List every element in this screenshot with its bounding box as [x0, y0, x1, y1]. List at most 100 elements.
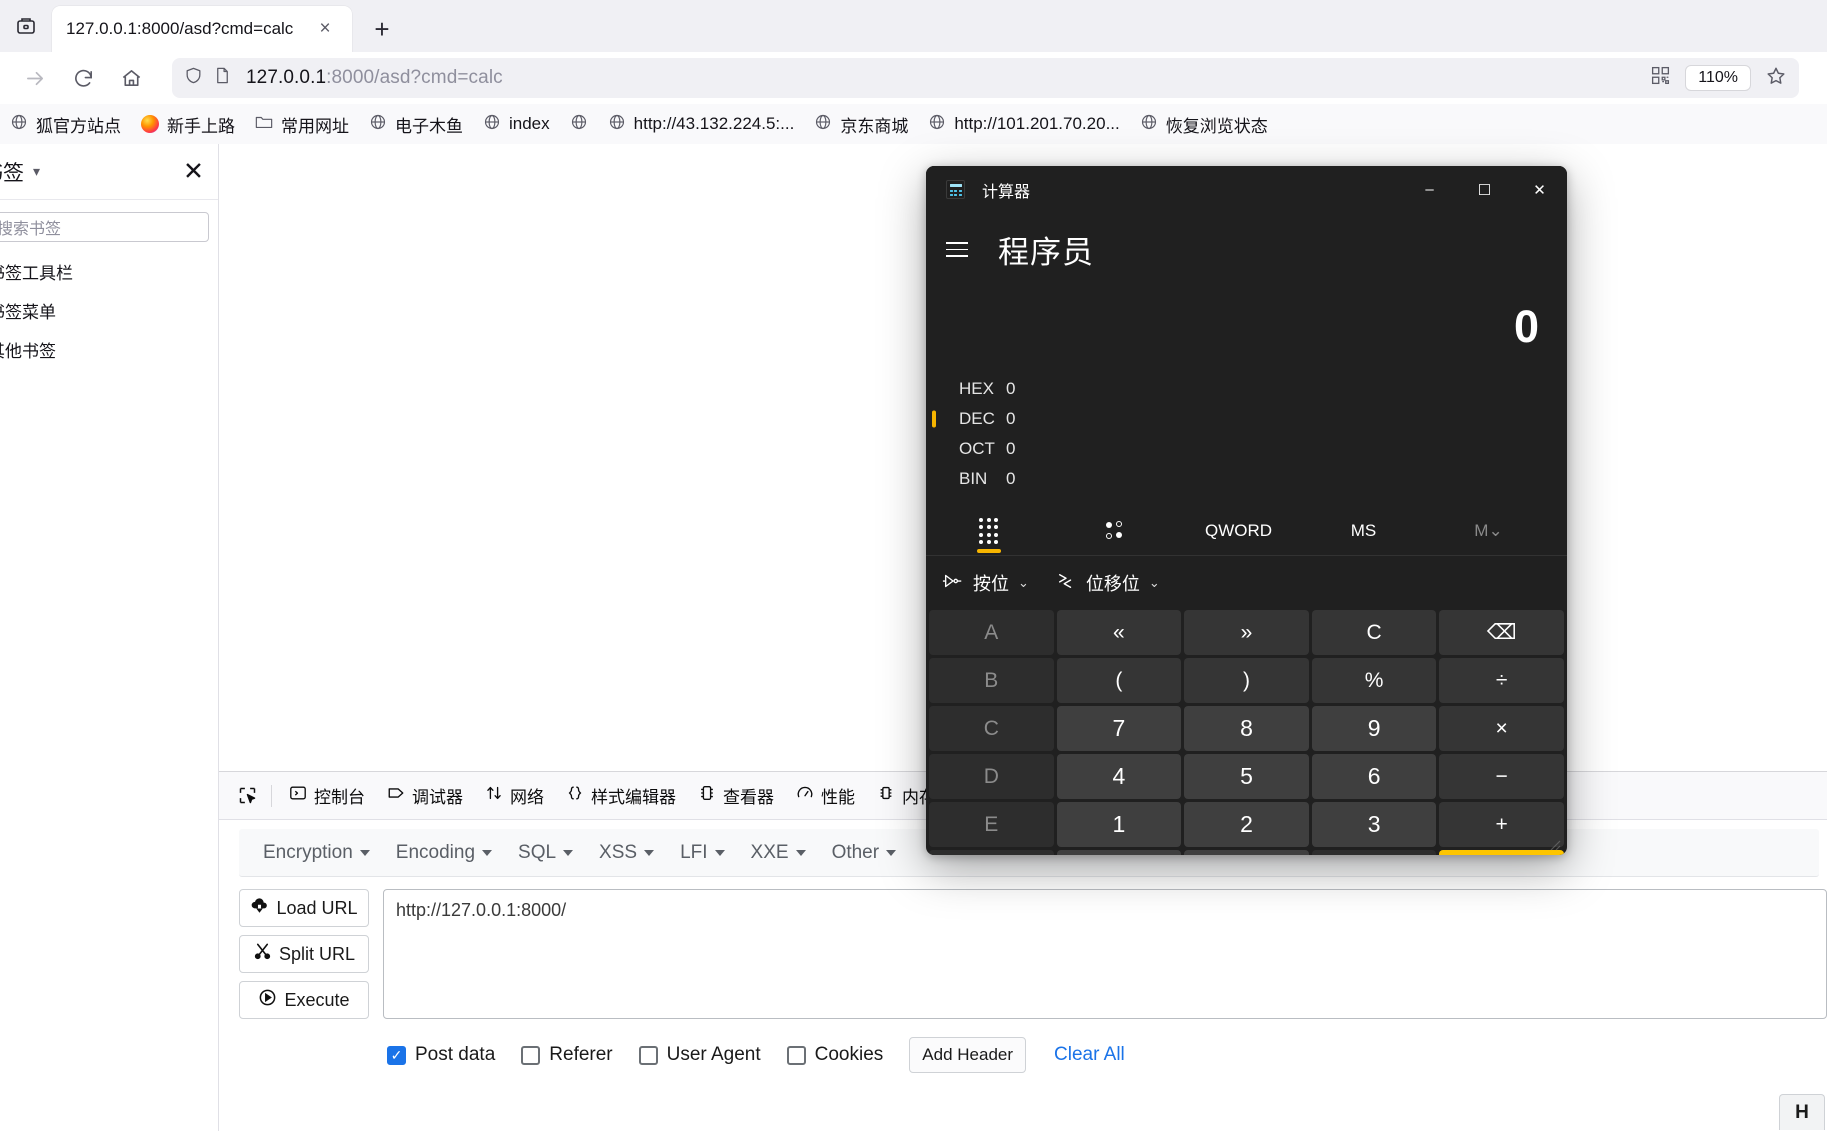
base-row-oct[interactable]: OCT 0 — [926, 434, 1567, 464]
calc-key-sym[interactable]: +/– — [1056, 850, 1182, 855]
new-tab-button[interactable]: + — [362, 9, 402, 49]
base-row-dec[interactable]: DEC 0 — [926, 404, 1567, 434]
calc-key-5[interactable]: 5 — [1184, 754, 1309, 799]
checkbox-box[interactable]: ✓ — [387, 1045, 406, 1065]
hackbar-menu-encoding[interactable]: Encoding — [384, 836, 504, 870]
browser-tab[interactable]: 127.0.0.1:8000/asd?cmd=calc × — [52, 6, 352, 52]
checkbox-box[interactable] — [638, 1045, 658, 1065]
maximize-icon[interactable]: ☐ — [1457, 166, 1512, 213]
checkbox-cookies[interactable]: Cookies — [786, 1044, 883, 1066]
home-icon[interactable] — [110, 57, 152, 99]
sidebar-bookmark-item[interactable]: 书签菜单 — [0, 291, 218, 330]
qr-code-icon[interactable] — [1650, 65, 1671, 91]
hackbar-menu-sql[interactable]: SQL — [506, 836, 585, 870]
search-bookmarks-input[interactable]: 搜索书签 — [0, 212, 209, 242]
devtools-tab-console[interactable]: 控制台 — [278, 777, 376, 814]
calc-key-sym[interactable]: − — [1439, 754, 1564, 799]
zoom-level-badge[interactable]: 110% — [1685, 65, 1751, 91]
bitwise-dropdown[interactable]: 按位 ⌄ — [942, 570, 1029, 596]
bookmark-item[interactable]: index — [473, 109, 560, 140]
calc-key-sym[interactable]: ⌫ — [1439, 610, 1564, 655]
calc-key-6[interactable]: 6 — [1311, 754, 1437, 799]
sidebar-bookmark-item[interactable]: 其他书签 — [0, 330, 218, 369]
calc-key-4[interactable]: 4 — [1056, 754, 1182, 799]
url-textarea[interactable]: http://127.0.0.1:8000/ — [383, 889, 1827, 1019]
bookmark-star-icon[interactable] — [1765, 65, 1787, 92]
hamburger-menu-icon[interactable] — [946, 234, 978, 266]
forward-icon[interactable] — [14, 57, 56, 99]
calc-key-c[interactable]: C — [929, 706, 1054, 751]
close-icon[interactable]: ✕ — [1512, 166, 1567, 213]
calc-tool-bit-toggle[interactable] — [1051, 507, 1176, 556]
close-icon[interactable]: × — [312, 16, 338, 42]
bookmark-item[interactable] — [560, 109, 598, 140]
bookmark-item[interactable]: 电子木鱼 — [359, 108, 473, 141]
load-url-button[interactable]: Load URL — [239, 889, 369, 927]
bookmark-item[interactable]: 京东商城 — [804, 108, 918, 141]
calc-tool-m[interactable]: M⌄ — [1426, 507, 1551, 556]
calc-key-sym[interactable]: × — [1439, 706, 1564, 751]
shield-icon[interactable] — [184, 66, 203, 90]
calc-key-e[interactable]: E — [929, 802, 1054, 847]
split-url-button[interactable]: Split URL — [239, 935, 369, 973]
bookmark-item[interactable]: http://101.201.70.20... — [918, 109, 1129, 140]
calc-key-sym[interactable]: » — [1184, 610, 1309, 655]
calc-key-f[interactable]: F — [929, 850, 1054, 855]
devtools-tab-inspector[interactable]: 查看器 — [687, 777, 785, 814]
hackbar-menu-other[interactable]: Other — [820, 836, 909, 870]
bookmark-item[interactable]: http://43.132.224.5:... — [598, 109, 805, 140]
checkbox-box[interactable] — [786, 1045, 806, 1065]
calc-key-sym[interactable]: % — [1311, 658, 1437, 703]
sidebar-bookmark-item[interactable]: 书签工具栏 — [0, 252, 218, 291]
calc-key-sym[interactable]: ÷ — [1439, 658, 1564, 703]
close-icon[interactable]: ✕ — [183, 159, 204, 184]
calc-key-b[interactable]: B — [929, 658, 1054, 703]
calc-key-2[interactable]: 2 — [1184, 802, 1309, 847]
calc-key-d[interactable]: D — [929, 754, 1054, 799]
calc-key-8[interactable]: 8 — [1184, 706, 1309, 751]
calc-tool-ms[interactable]: MS — [1301, 507, 1426, 556]
reload-icon[interactable] — [62, 57, 104, 99]
calc-tool-keypad[interactable] — [926, 507, 1051, 556]
bookmark-item[interactable]: 恢复浏览状态 — [1130, 108, 1278, 141]
devtools-tab-network[interactable]: 网络 — [474, 777, 555, 814]
bookmark-item[interactable]: 常用网址 — [245, 108, 359, 141]
checkbox-post-data[interactable]: ✓ Post data — [387, 1044, 495, 1066]
clear-all-link[interactable]: Clear All — [1054, 1044, 1125, 1066]
calc-key-sym[interactable]: « — [1056, 610, 1182, 655]
chevron-down-icon[interactable]: ▾ — [33, 163, 40, 180]
calc-key-a[interactable]: A — [929, 610, 1054, 655]
devtools-tab-performance[interactable]: 性能 — [785, 777, 866, 814]
bitshift-dropdown[interactable]: 位移位 ⌄ — [1055, 570, 1160, 596]
element-picker-icon[interactable] — [229, 778, 265, 814]
devtools-tab-debugger[interactable]: 调试器 — [376, 777, 474, 814]
sidebar-title[interactable]: 书签 ▾ — [0, 157, 40, 187]
calc-key-7[interactable]: 7 — [1056, 706, 1182, 751]
bookmark-item[interactable]: 新手上路 — [131, 108, 245, 141]
calc-key-sym[interactable]: . — [1311, 850, 1437, 855]
base-row-bin[interactable]: BIN 0 — [926, 464, 1567, 494]
calc-key-1[interactable]: 1 — [1056, 802, 1182, 847]
checkbox-user-agent[interactable]: User Agent — [638, 1044, 761, 1066]
hackbar-menu-xss[interactable]: XSS — [587, 836, 666, 870]
execute-button[interactable]: Execute — [239, 981, 369, 1019]
calc-tool-qword[interactable]: QWORD — [1176, 507, 1301, 556]
url-bar[interactable]: 127.0.0.1:8000/asd?cmd=calc 110% — [172, 58, 1799, 98]
checkbox-referer[interactable]: Referer — [521, 1044, 613, 1066]
calc-key-sym[interactable]: ) — [1184, 658, 1309, 703]
base-row-hex[interactable]: HEX 0 — [926, 374, 1567, 404]
list-all-tabs-icon[interactable] — [0, 0, 52, 52]
resize-grip-icon[interactable] — [1545, 835, 1561, 851]
calc-key-0[interactable]: 0 — [1184, 850, 1309, 855]
checkbox-box[interactable] — [521, 1045, 541, 1065]
calculator-titlebar[interactable]: 计算器 – ☐ ✕ — [926, 166, 1567, 213]
minimize-icon[interactable]: – — [1402, 166, 1457, 213]
calc-key-9[interactable]: 9 — [1311, 706, 1437, 751]
devtools-tab-style-editor[interactable]: 样式编辑器 — [555, 777, 687, 814]
hackbar-menu-lfi[interactable]: LFI — [668, 836, 736, 870]
calc-key-sym[interactable]: ( — [1056, 658, 1182, 703]
calc-key-3[interactable]: 3 — [1311, 802, 1437, 847]
calc-key-c[interactable]: C — [1311, 610, 1437, 655]
bookmark-item[interactable]: 狐官方站点 — [0, 108, 131, 141]
hackbar-menu-xxe[interactable]: XXE — [739, 836, 818, 870]
